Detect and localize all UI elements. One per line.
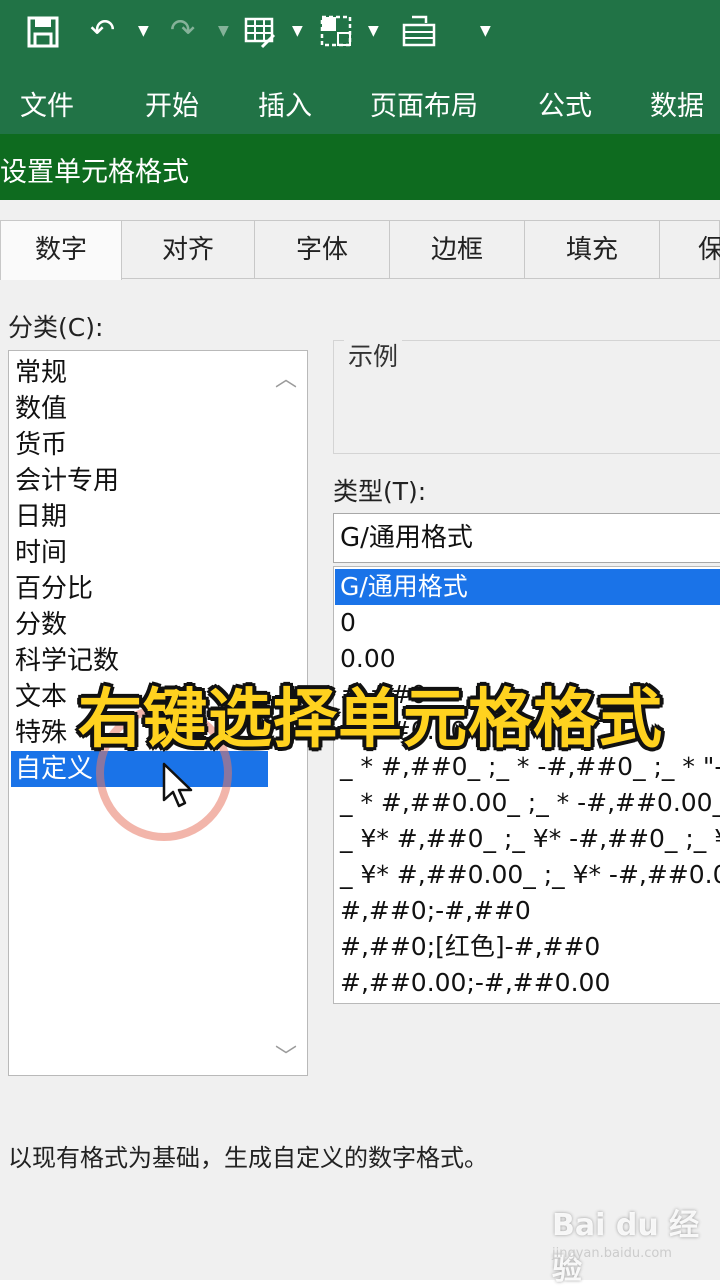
format-description: 以现有格式为基础，生成自定义的数字格式。 (8, 1144, 488, 1172)
category-label: 分类(C): (8, 313, 104, 342)
undo-icon[interactable]: ↶ (90, 0, 115, 62)
ribbon-tab-home[interactable]: 开始 (145, 84, 199, 123)
tab-font[interactable]: 字体 (254, 220, 390, 278)
category-percentage[interactable]: 百分比 (15, 571, 93, 607)
type-item[interactable]: _ * #,##0.00_ ;_ * -#,##0.00_ ;_ * "-"??… (340, 785, 720, 821)
type-label: 类型(T): (333, 477, 427, 506)
category-accounting[interactable]: 会计专用 (15, 463, 119, 499)
tab-number[interactable]: 数字 (0, 220, 122, 280)
ribbon-tab-formulas[interactable]: 公式 (538, 84, 592, 123)
sample-group: 示例 (333, 337, 720, 454)
type-item[interactable]: G/通用格式 (335, 569, 720, 605)
category-special[interactable]: 特殊 (15, 715, 67, 751)
border-dropdown-icon[interactable]: ▼ (368, 0, 379, 62)
type-item[interactable]: 0 (340, 605, 356, 641)
tab-fill[interactable]: 填充 (524, 220, 660, 278)
quick-access-toolbar: ↶ ▼ ↷ ▼ ▼ ▼ ▼ (0, 0, 720, 62)
baidu-watermark-url: jingyan.baidu.com (552, 1246, 672, 1261)
scroll-down-icon[interactable]: ﹀ (275, 1039, 297, 1071)
ribbon-tab-data[interactable]: 数据 (650, 84, 704, 123)
type-item[interactable]: #,##0;-#,##0 (340, 893, 531, 929)
table-format-dropdown-icon[interactable]: ▼ (292, 0, 303, 62)
table-format-icon[interactable] (244, 0, 278, 62)
tab-border[interactable]: 边框 (389, 220, 525, 278)
sample-label: 示例 (344, 337, 403, 373)
category-date[interactable]: 日期 (15, 499, 67, 535)
category-time[interactable]: 时间 (15, 535, 67, 571)
category-general[interactable]: 常规 (15, 355, 67, 391)
redo-dropdown-icon[interactable]: ▼ (218, 0, 229, 62)
type-list[interactable]: G/通用格式 0 0.00 #,##0 #,##0.00 _ * #,##0_ … (333, 566, 720, 1004)
ribbon-tabs: 文件 开始 插入 页面布局 公式 数据 (0, 62, 720, 134)
type-item[interactable]: _ ¥* #,##0_ ;_ ¥* -#,##0_ ;_ ¥* "-"_ ;_ … (340, 821, 720, 857)
ribbon-tab-file[interactable]: 文件 (20, 84, 74, 123)
tutorial-caption: 右键选择单元格格式 (78, 683, 663, 757)
save-icon[interactable] (26, 0, 60, 62)
type-item[interactable]: #,##0;[红色]-#,##0 (340, 929, 600, 965)
tab-alignment[interactable]: 对齐 (121, 220, 255, 278)
category-fraction[interactable]: 分数 (15, 607, 67, 643)
dialog-tabs: 数字 对齐 字体 边框 填充 保 (0, 220, 720, 280)
redo-icon[interactable]: ↷ (170, 0, 195, 62)
ribbon-tab-page-layout[interactable]: 页面布局 (370, 84, 478, 123)
form-icon[interactable] (402, 0, 440, 62)
dialog-title-bar[interactable]: 设置单元格格式 (0, 134, 720, 200)
type-input[interactable]: G/通用格式 (333, 513, 720, 563)
scroll-up-icon[interactable]: ︿ (275, 361, 297, 393)
tab-protection[interactable]: 保 (659, 220, 720, 278)
type-item[interactable]: _ ¥* #,##0.00_ ;_ ¥* -#,##0.00_ ;_ ¥* "-… (340, 857, 720, 893)
baidu-watermark: Bai du 经验 (552, 1208, 700, 1287)
border-icon[interactable] (320, 0, 354, 62)
customize-icon[interactable]: ▼ (480, 0, 491, 62)
undo-dropdown-icon[interactable]: ▼ (138, 0, 149, 62)
mouse-cursor-icon (162, 762, 193, 808)
category-text[interactable]: 文本 (15, 679, 67, 715)
ribbon-tab-insert[interactable]: 插入 (258, 84, 312, 123)
dialog-title: 设置单元格格式 (0, 157, 189, 188)
category-number[interactable]: 数值 (15, 391, 67, 427)
category-currency[interactable]: 货币 (15, 427, 67, 463)
type-item[interactable]: #,##0.00;-#,##0.00 (340, 965, 610, 1001)
